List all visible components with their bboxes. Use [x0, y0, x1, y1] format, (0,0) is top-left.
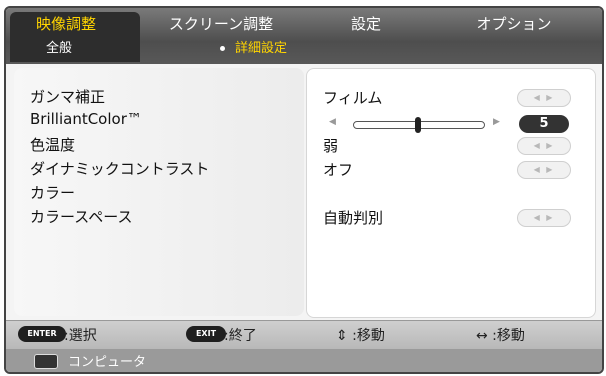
setting-label-color-space: カラースペース — [30, 208, 133, 226]
slider-thumb[interactable] — [415, 117, 421, 133]
setting-value-color-temp: 弱 — [323, 137, 339, 155]
tab-screen[interactable]: スクリーン調整 — [156, 10, 286, 38]
dynamic-contrast-arrows[interactable]: ◀ ▶ — [517, 161, 571, 179]
setting-value-color-space: 自動判別 — [323, 209, 384, 227]
color-temp-arrows[interactable]: ◀ ▶ — [517, 137, 571, 155]
tab-picture[interactable]: 映像調整 — [16, 10, 116, 38]
setting-label-color: カラー — [30, 184, 76, 202]
enter-hint: :選択 — [64, 328, 97, 344]
slider-right-arrow-icon[interactable]: ▶ — [493, 117, 500, 127]
brilliantcolor-value: 5 — [519, 115, 569, 133]
brilliantcolor-slider[interactable]: ◀ ▶ — [317, 117, 507, 133]
color-space-arrows[interactable]: ◀ ▶ — [517, 209, 571, 227]
settings-value-panel: フィルム ◀ ▶ ◀ ▶ 5 弱 ◀ ▶ オフ ◀ ▶ 自動判別 ◀ ▶ — [306, 68, 596, 318]
setting-label-color-temp: 色温度 — [30, 136, 76, 154]
source-label: コンピュータ — [68, 355, 147, 370]
settings-label-panel: ガンマ補正 BrilliantColor™ 色温度 ダイナミックコントラスト カ… — [14, 68, 304, 316]
setting-label-dynamic-contrast: ダイナミックコントラスト — [30, 160, 210, 178]
projector-osd-menu: 映像調整 スクリーン調整 設定 オプション 全般 詳細設定 ガンマ補正 Bril… — [4, 6, 604, 374]
exit-hint: :終了 — [224, 328, 257, 344]
subtab-advanced-label: 詳細設定 — [235, 41, 288, 56]
setting-label-gamma: ガンマ補正 — [30, 88, 106, 106]
setting-value-dynamic-contrast: オフ — [323, 161, 354, 179]
subtab-advanced[interactable]: 詳細設定 — [220, 38, 287, 60]
selected-dot-icon — [220, 46, 225, 51]
updown-hint: ⇕ :移動 — [336, 328, 385, 344]
subtab-general[interactable]: 全般 — [46, 38, 72, 60]
key-hint-bar: ENTER :選択 EXIT :終了 ⇕ :移動 ↔ :移動 — [6, 320, 602, 349]
gamma-arrows[interactable]: ◀ ▶ — [517, 89, 571, 107]
exit-key-icon: EXIT — [186, 326, 226, 342]
computer-icon — [34, 354, 58, 369]
tab-setup[interactable]: 設定 — [326, 10, 406, 38]
setting-value-gamma: フィルム — [323, 89, 383, 107]
enter-key-icon: ENTER — [18, 326, 66, 342]
tab-bar: 映像調整 スクリーン調整 設定 オプション 全般 詳細設定 — [6, 8, 602, 64]
setting-label-brilliantcolor: BrilliantColor™ — [30, 110, 142, 128]
source-bar: コンピュータ — [6, 349, 602, 372]
tab-options[interactable]: オプション — [454, 10, 574, 38]
slider-left-arrow-icon[interactable]: ◀ — [329, 117, 336, 127]
leftright-hint: ↔ :移動 — [476, 328, 525, 344]
